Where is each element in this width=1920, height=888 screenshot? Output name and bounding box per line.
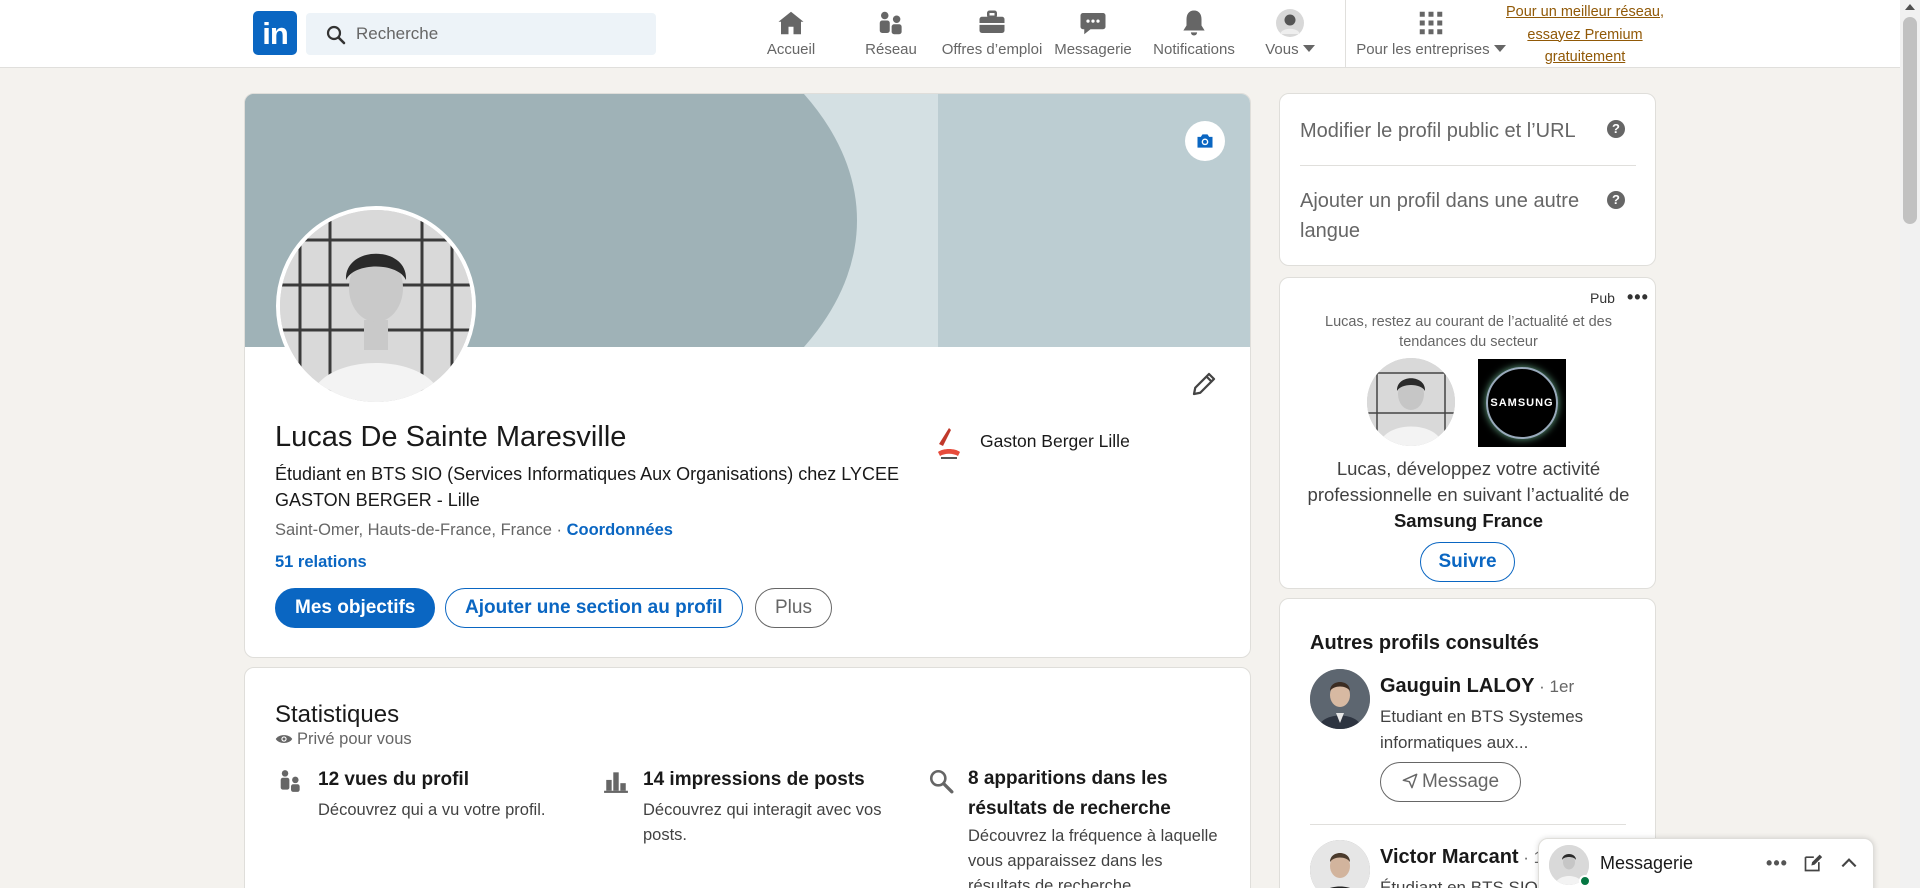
bar-chart-icon: [604, 772, 628, 793]
chevron-up-icon[interactable]: [1837, 853, 1861, 877]
messaging-label: Messagerie: [1600, 853, 1694, 873]
nav-jobs[interactable]: Offres d’emploi: [939, 8, 1045, 62]
grid-icon: [1419, 11, 1443, 35]
person-name[interactable]: Gauguin LALOY · 1er: [1380, 675, 1574, 698]
school-logo: [938, 428, 960, 459]
nav-network[interactable]: Réseau: [860, 8, 922, 62]
nav-home-label: Accueil: [766, 41, 816, 58]
profile-photo[interactable]: [276, 206, 476, 406]
my-goals-button[interactable]: Mes objectifs: [275, 588, 436, 628]
connection-degree: · 1er: [1534, 677, 1575, 696]
bell-icon: [1183, 10, 1205, 36]
compose-icon[interactable]: [1801, 853, 1825, 877]
scroll-up-arrow-icon[interactable]: [1905, 4, 1915, 10]
premium-link[interactable]: Pour un meilleur réseau, essayez Premium…: [1505, 1, 1665, 69]
stat-description: Découvrez qui a vu votre profil.: [318, 801, 546, 819]
ad-subtitle: Lucas, restez au courant de l’actualité …: [1325, 314, 1612, 350]
nav-notifications-label: Notifications: [1153, 41, 1235, 58]
stat-heading: 14 impressions de posts: [643, 769, 865, 790]
send-icon: [1402, 773, 1418, 789]
avatar: [1310, 669, 1370, 729]
add-language-profile-link[interactable]: Ajouter un profil dans une autre langue: [1300, 186, 1590, 246]
profile-photo-image: [280, 210, 472, 402]
more-button[interactable]: Plus: [755, 588, 832, 628]
avatar: [1276, 9, 1304, 37]
ad-brand-name: Samsung France: [1393, 510, 1544, 531]
search-input[interactable]: [356, 13, 646, 55]
person-name[interactable]: Victor Marcant · 1er: [1380, 846, 1558, 869]
profile-location-text: Saint-Omer, Hauts-de-France, France ·: [275, 521, 567, 539]
home-icon: [778, 11, 804, 35]
divider: [1300, 165, 1636, 166]
stat-heading: 12 vues du profil: [318, 769, 469, 790]
edit-public-profile-link[interactable]: Modifier le profil public et l’URL: [1300, 116, 1576, 146]
nav-notifications[interactable]: Notifications: [1149, 8, 1239, 62]
contact-info-link[interactable]: Coordonnées: [567, 521, 673, 539]
search-icon: [326, 25, 346, 45]
more-options-icon[interactable]: •••: [1627, 287, 1649, 308]
ad-text: Lucas, développez votre activité profess…: [1307, 458, 1630, 531]
stat-description: Découvrez qui interagit avec vos posts.: [643, 801, 882, 844]
online-status-dot: [1579, 875, 1591, 887]
chat-icon: [1080, 13, 1106, 35]
people-icon: [280, 770, 300, 792]
samsung-logo[interactable]: SAMSUNG: [1478, 359, 1566, 447]
messaging-overlay[interactable]: Messagerie •••: [1538, 838, 1874, 888]
camera-icon: [1197, 134, 1213, 148]
avatar: [1310, 840, 1370, 888]
private-note: Privé pour vous: [275, 730, 412, 749]
statistics-card: Statistiques Privé pour vous 12 vues du …: [244, 667, 1251, 888]
search-icon: [929, 769, 954, 794]
divider: [1310, 824, 1626, 825]
nav-me[interactable]: Vous: [1260, 8, 1320, 62]
profile-card: Lucas De Sainte Maresville Étudiant en B…: [244, 93, 1251, 658]
other-profiles-title: Autres profils consultés: [1310, 632, 1539, 654]
person-description: Etudiant en BTS Systemes informatiques a…: [1380, 707, 1584, 752]
stat-heading: 8 apparitions dans les résultats de rech…: [968, 768, 1171, 819]
add-section-button[interactable]: Ajouter une section au profil: [445, 588, 743, 628]
nav-business[interactable]: Pour les entreprises: [1355, 8, 1507, 62]
briefcase-icon: [979, 10, 1005, 33]
help-icon[interactable]: ?: [1607, 120, 1625, 138]
nav-me-label: Vous: [1265, 41, 1299, 58]
ad-card: Pub ••• Lucas, restez au courant de l’ac…: [1279, 277, 1656, 589]
top-nav-bar: in Accueil Réseau Offres d’emploi Messag…: [0, 0, 1920, 68]
profile-settings-card: Modifier le profil public et l’URL ? Ajo…: [1279, 93, 1656, 266]
linkedin-logo[interactable]: in: [253, 11, 297, 55]
profile-name: Lucas De Sainte Maresville: [275, 421, 627, 453]
nav-home[interactable]: Accueil: [757, 8, 825, 62]
stat-description: Découvrez la fréquence à laquelle vous a…: [968, 827, 1218, 888]
more-options-icon[interactable]: •••: [1765, 853, 1789, 877]
caret-down-icon: [1302, 45, 1315, 52]
profile-location: Saint-Omer, Hauts-de-France, France · Co…: [275, 521, 673, 540]
follow-button[interactable]: Suivre: [1420, 542, 1515, 582]
profile-headline: Étudiant en BTS SIO (Services Informatiq…: [275, 464, 899, 510]
search-box[interactable]: [306, 13, 656, 55]
nav-messaging[interactable]: Messagerie: [1052, 8, 1134, 62]
help-icon[interactable]: ?: [1607, 191, 1625, 209]
nav-messaging-label: Messagerie: [1054, 41, 1132, 58]
ad-user-avatar: [1367, 358, 1455, 446]
connections-link[interactable]: 51 relations: [275, 553, 367, 572]
nav-network-label: Réseau: [865, 41, 917, 58]
nav-business-label: Pour les entreprises: [1356, 41, 1490, 58]
nav-divider: [1345, 0, 1346, 68]
nav-jobs-label: Offres d’emploi: [941, 41, 1043, 58]
message-button[interactable]: Message: [1380, 762, 1521, 802]
scrollbar-thumb[interactable]: [1903, 17, 1917, 224]
eye-icon: [275, 735, 293, 743]
ad-label: Pub: [1590, 290, 1615, 306]
page-scrollbar[interactable]: [1900, 0, 1920, 888]
edit-banner-button[interactable]: [1185, 121, 1225, 161]
school-name: Gaston Berger Lille: [980, 431, 1130, 451]
caret-down-icon: [1493, 45, 1506, 52]
statistics-title: Statistiques: [275, 701, 400, 728]
edit-profile-pencil-icon[interactable]: [1189, 369, 1219, 399]
network-icon: [879, 11, 902, 35]
